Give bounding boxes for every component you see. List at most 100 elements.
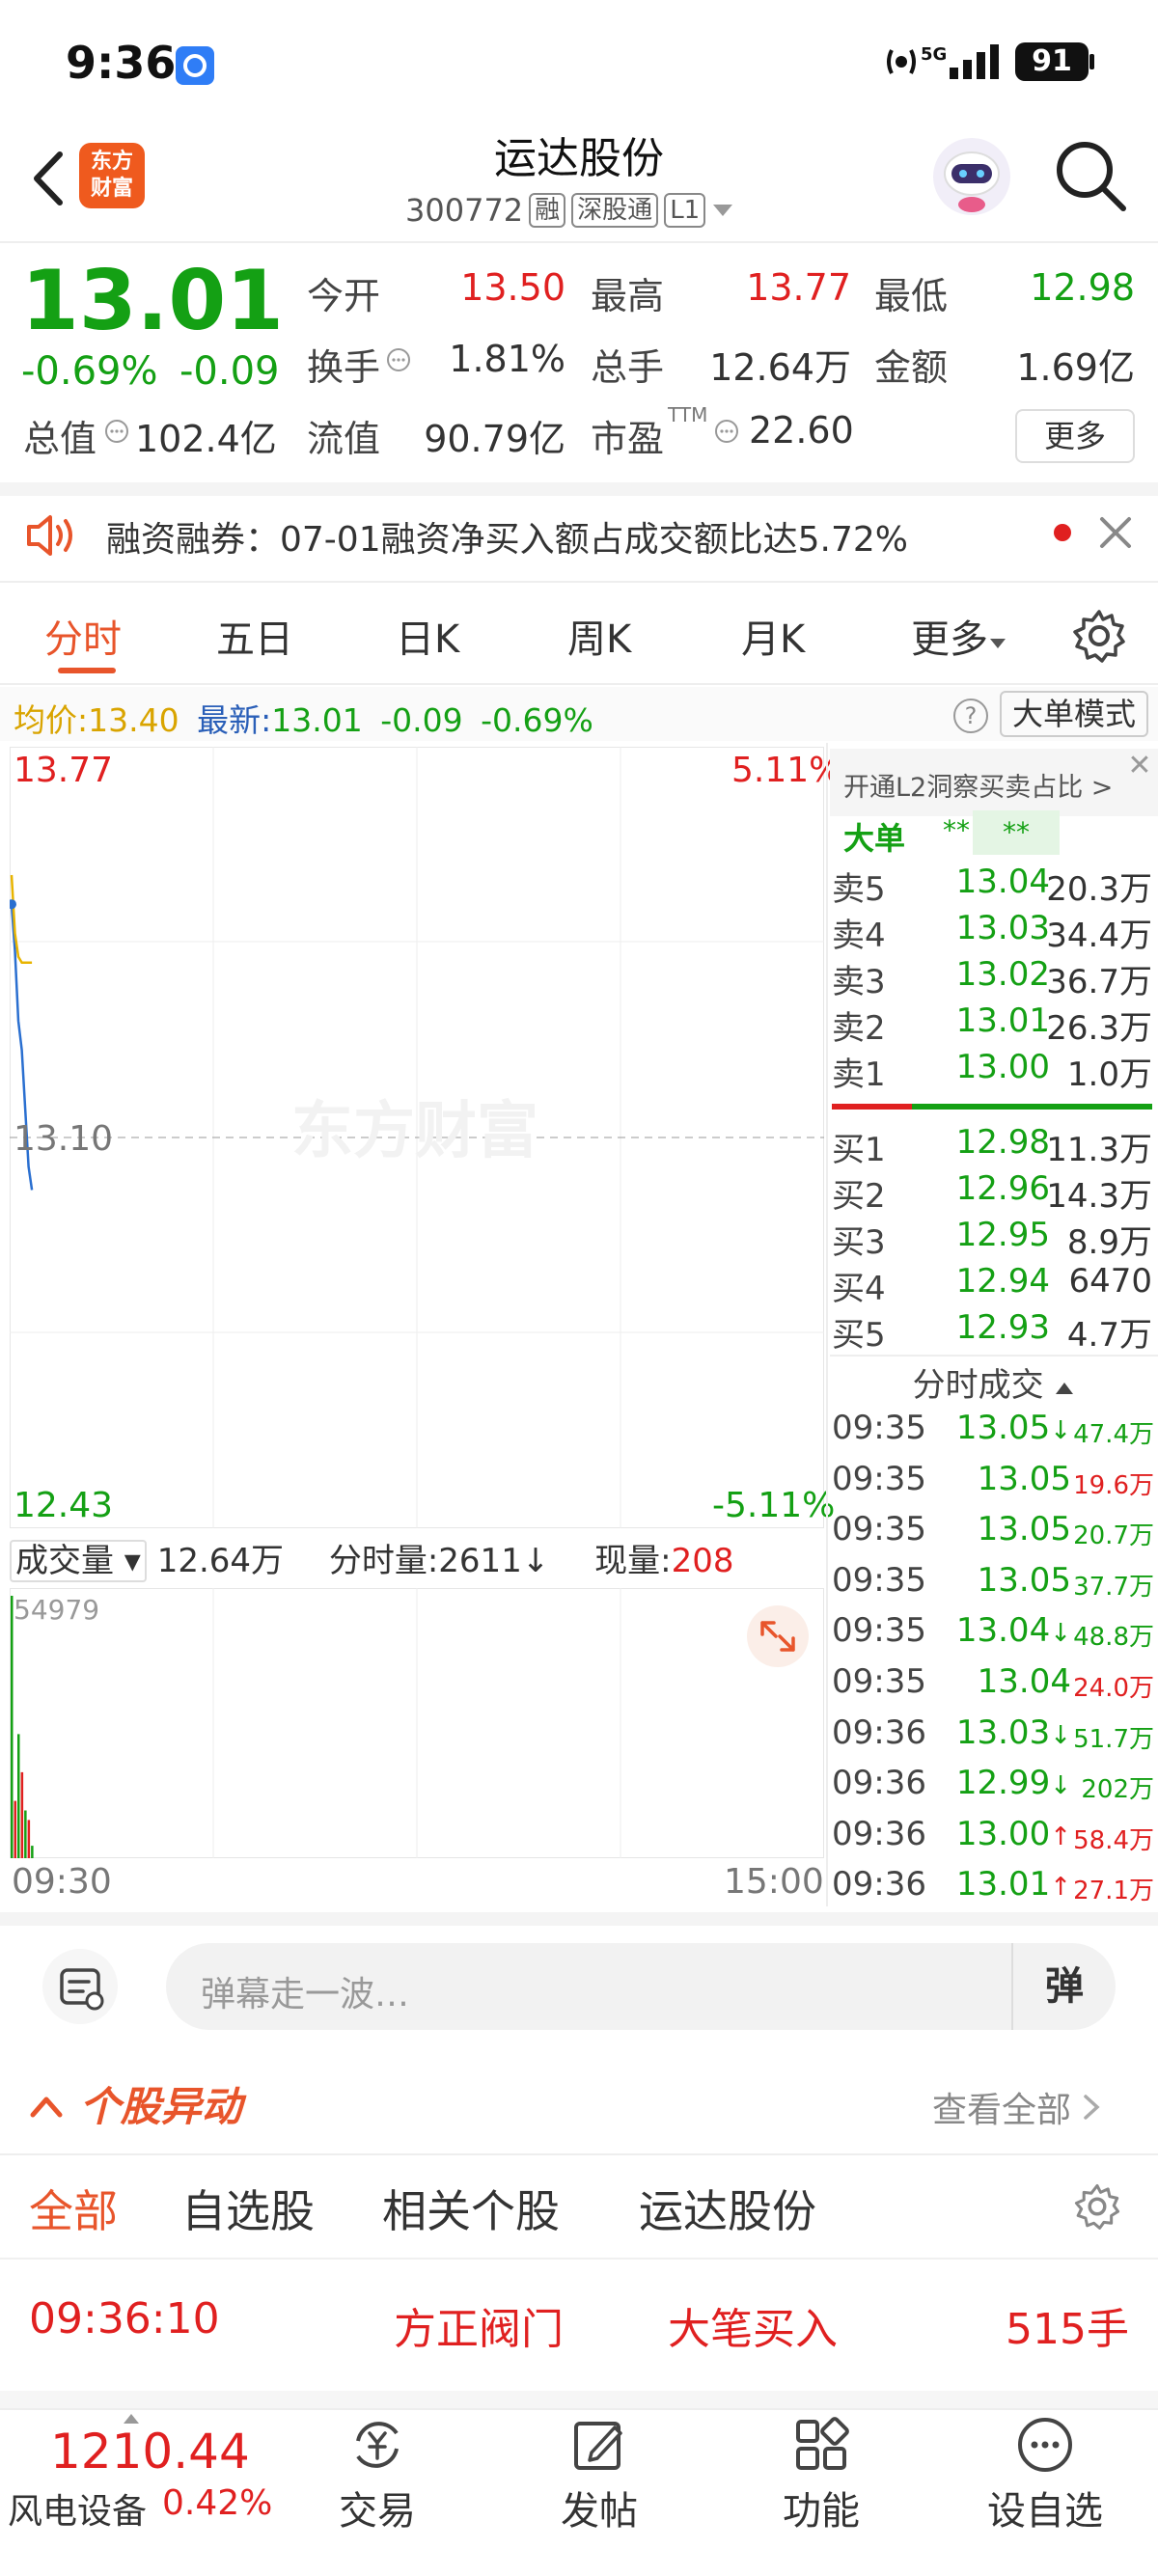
- tab-five-day[interactable]: 五日: [216, 608, 293, 664]
- tag-level: L1: [664, 193, 706, 228]
- avg-value: 13.40: [88, 701, 179, 739]
- tick-row: 09:35 13.04 24.0万: [832, 1662, 1154, 1711]
- bid-row[interactable]: 买3 12.95 8.9万: [832, 1216, 1152, 1262]
- ask-row[interactable]: 卖1 13.00 1.0万: [832, 1048, 1152, 1094]
- abnormal-tab-all[interactable]: 全部: [29, 2177, 118, 2240]
- help-icon[interactable]: ?: [953, 699, 988, 733]
- abnormal-section-title[interactable]: 个股异动: [27, 2074, 242, 2133]
- last-price: 13.01: [21, 253, 285, 349]
- nav-post[interactable]: 发帖: [527, 2414, 672, 2535]
- tick-price: 13.03↓: [955, 1713, 1071, 1752]
- tick-price: 13.04: [955, 1662, 1071, 1701]
- nav-trade[interactable]: 交易: [305, 2414, 450, 2535]
- abnormal-tab-related[interactable]: 相关个股: [382, 2177, 560, 2240]
- abnormal-amount: 515手: [1006, 2305, 1129, 2354]
- abnormal-stock[interactable]: 方正阀门: [394, 2294, 564, 2356]
- tick-time: 09:36: [832, 1713, 926, 1752]
- barrage-toggle-icon[interactable]: [42, 1949, 118, 2024]
- intraday-chart[interactable]: 东方财富: [10, 747, 824, 1528]
- search-icon[interactable]: [1052, 137, 1129, 214]
- big-order-mode-button[interactable]: 大单模式: [1000, 691, 1148, 737]
- volume-selector[interactable]: 成交量 ▾: [10, 1540, 147, 1582]
- tick-volume: 48.8万: [1073, 1623, 1154, 1652]
- tick-row: 09:35 13.05 37.7万: [832, 1561, 1154, 1609]
- buy-ratio: [912, 1104, 1152, 1110]
- section-gap: [0, 2391, 1158, 2410]
- tick-price-value: 13.04: [955, 1611, 1051, 1650]
- barrage-send-button[interactable]: 弹: [1011, 1943, 1116, 2030]
- sell-ratio: [832, 1104, 912, 1110]
- gear-icon[interactable]: [1071, 608, 1127, 664]
- expand-icon[interactable]: [747, 1605, 809, 1667]
- tick-row: 09:36 12.99↓ 202万: [832, 1764, 1154, 1812]
- ask-row[interactable]: 卖3 13.02 36.7万: [832, 955, 1152, 1001]
- sector-index-value[interactable]: 1210.44: [50, 2424, 250, 2480]
- app-logo[interactable]: 东方 财富: [79, 143, 145, 208]
- info-icon[interactable]: [386, 347, 411, 372]
- tick-price: 13.05: [955, 1510, 1071, 1548]
- nav-trade-label: 交易: [339, 2489, 416, 2534]
- tick-row: 09:36 13.00↑ 58.4万: [832, 1815, 1154, 1863]
- bid-volume: 14.3万: [1046, 1177, 1152, 1216]
- news-text[interactable]: 融资融券：07-01融资净买入额占成交额比达5.72%: [106, 511, 908, 562]
- sector-index-name[interactable]: 风电设备: [8, 2483, 147, 2534]
- barrage-input[interactable]: 弹幕走一波…: [166, 1943, 1116, 2030]
- info-icon[interactable]: [104, 419, 129, 444]
- gear-icon[interactable]: [1073, 2182, 1121, 2231]
- latest-label: 最新:: [197, 701, 272, 739]
- info-icon[interactable]: [714, 419, 739, 444]
- close-icon[interactable]: ✕: [1121, 749, 1158, 785]
- nav-functions[interactable]: 功能: [749, 2414, 894, 2535]
- tick-time: 09:35: [832, 1510, 926, 1548]
- tick-price-value: 13.03: [955, 1713, 1051, 1752]
- abnormal-tab-watchlist[interactable]: 自选股: [181, 2177, 315, 2240]
- abnormal-tab-stock[interactable]: 运达股份: [639, 2177, 816, 2240]
- volume-chart[interactable]: 54979: [10, 1588, 824, 1858]
- robot-assistant-icon[interactable]: [930, 135, 1013, 218]
- ask-price: 13.02: [955, 955, 1050, 994]
- divider: [0, 2258, 1158, 2260]
- dropdown-icon[interactable]: [711, 201, 734, 220]
- bid-row[interactable]: 买5 12.93 4.7万: [832, 1308, 1152, 1355]
- bid-price: 12.93: [955, 1308, 1050, 1347]
- bid-price: 12.94: [955, 1262, 1050, 1301]
- more-dots-icon: [1018, 2418, 1072, 2472]
- tick-time: 09:35: [832, 1611, 926, 1650]
- tab-intraday[interactable]: 分时: [44, 608, 122, 664]
- tag-connect: 深股通: [571, 193, 659, 228]
- ticks-title[interactable]: 分时成交: [830, 1358, 1158, 1406]
- nav-add-watchlist[interactable]: 设自选: [973, 2414, 1117, 2535]
- bid-row[interactable]: 买2 12.96 14.3万: [832, 1169, 1152, 1216]
- ask-row[interactable]: 卖4 13.03 34.4万: [832, 909, 1152, 955]
- tick-arrow: ↑: [1050, 1873, 1071, 1902]
- tab-monthly-k[interactable]: 月K: [741, 608, 805, 664]
- turnover-value: 1.81%: [449, 338, 565, 380]
- tab-daily-k[interactable]: 日K: [396, 608, 459, 664]
- bid-row[interactable]: 买1 12.98 11.3万: [832, 1123, 1152, 1169]
- bid-price: 12.95: [955, 1216, 1050, 1254]
- tick-price: 13.05: [955, 1460, 1071, 1498]
- back-icon[interactable]: [21, 145, 75, 212]
- sector-index-pct: 0.42%: [162, 2483, 273, 2523]
- tick-row: 09:35 13.05↓ 47.4万: [832, 1409, 1154, 1457]
- ask-row[interactable]: 卖2 13.01 26.3万: [832, 1001, 1152, 1048]
- stock-code-row[interactable]: 300772 融 深股通 L1: [405, 189, 734, 232]
- bid-row[interactable]: 买4 12.94 6470: [832, 1262, 1152, 1308]
- change-percent: -0.69%: [21, 349, 158, 394]
- axis-bottom-pct: -5.11%: [712, 1486, 836, 1525]
- view-all-link[interactable]: 查看全部: [932, 2082, 1101, 2132]
- close-icon[interactable]: [1096, 511, 1135, 554]
- tab-weekly-k[interactable]: 周K: [567, 608, 631, 664]
- tick-time: 09:35: [832, 1409, 926, 1447]
- ask-price: 13.00: [955, 1048, 1050, 1086]
- tick-price: 13.00↑: [955, 1815, 1071, 1853]
- bid-volume: 6470: [1068, 1262, 1152, 1301]
- tab-more[interactable]: 更多: [911, 608, 1007, 664]
- tag-margin: 融: [529, 193, 566, 228]
- more-button[interactable]: 更多: [1015, 409, 1135, 463]
- logo-text-2: 财富: [90, 177, 133, 201]
- tick-volume: 37.7万: [1073, 1573, 1154, 1602]
- l2-promo-banner[interactable]: 开通L2洞察买卖占比 >: [830, 749, 1158, 816]
- ask-row[interactable]: 卖5 13.04 20.3万: [832, 863, 1152, 909]
- volume-bar: [14, 1800, 16, 1858]
